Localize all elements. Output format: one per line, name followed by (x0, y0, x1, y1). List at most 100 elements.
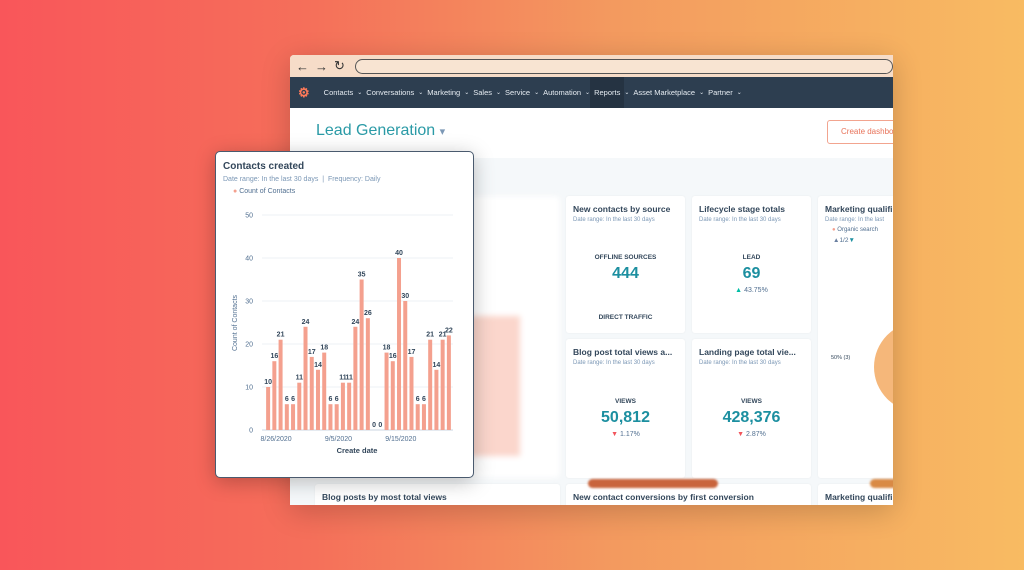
y-tick-label: 0 (249, 427, 253, 434)
bar (334, 403, 339, 430)
bar (390, 360, 395, 430)
metric-value: 69 (742, 265, 761, 282)
data-label: 10 (264, 379, 272, 386)
metric-label: DIRECT TRAFFIC (598, 314, 653, 321)
card-title: Marketing qualifi (825, 204, 893, 214)
address-bar[interactable] (354, 58, 893, 74)
data-label: 6 (291, 396, 295, 403)
bar-chart: 010203040501016216 611241714186 6111124352… (232, 212, 453, 455)
redaction-mark (870, 479, 893, 488)
bar (446, 334, 451, 430)
x-tick-label: 9/5/2020 (324, 436, 351, 443)
nav-item-sales[interactable]: Sales (469, 77, 496, 108)
bar (346, 382, 351, 430)
browser-toolbar: ← → ↻ (290, 55, 893, 77)
metric-value: 428,376 (722, 409, 781, 426)
data-label: 6 (415, 396, 419, 403)
data-label: 21 (276, 331, 284, 338)
data-label: 6 (284, 396, 288, 403)
nav-item-partner[interactable]: Partner (704, 77, 737, 108)
card-blog-post-total-views[interactable]: Blog post total views a... Date range: I… (566, 339, 685, 478)
y-tick-label: 40 (245, 255, 253, 262)
metric-value: 444 (612, 265, 639, 282)
nav-item-service[interactable]: Service (501, 77, 534, 108)
data-label: 6 (421, 396, 425, 403)
data-label: 0 (378, 422, 382, 429)
y-axis-label: Count of Contacts (232, 294, 239, 351)
metric-label: LEAD (742, 254, 761, 261)
y-tick-label: 30 (245, 298, 253, 305)
bar (402, 300, 407, 430)
reload-icon[interactable]: ↻ (334, 58, 345, 74)
nav-item-automation[interactable]: Automation (539, 77, 585, 108)
bar (284, 403, 289, 430)
arrow-down-icon: ▼ (737, 431, 745, 438)
card-subtitle: Date range: In the last 30 days (699, 360, 781, 366)
y-tick-label: 20 (245, 341, 253, 348)
card-title: Landing page total vie... (699, 347, 796, 357)
metric-label: VIEWS (741, 398, 762, 405)
y-tick-label: 50 (245, 212, 253, 219)
data-label: 26 (363, 310, 371, 317)
metric-change: 2.87% (746, 431, 766, 438)
contacts-created-chart-card[interactable]: Contacts created Date range: In the last… (215, 151, 474, 478)
data-label: 16 (388, 353, 396, 360)
nav-item-marketing[interactable]: Marketing (423, 77, 464, 108)
metric-change: 43.75% (744, 287, 768, 294)
data-label: 11 (295, 374, 303, 381)
card-lifecycle-stage-totals[interactable]: Lifecycle stage totals Date range: In th… (692, 196, 811, 333)
create-dashboard-button[interactable]: Create dashboard (827, 120, 893, 144)
x-tick-label: 8/26/2020 (260, 436, 291, 443)
data-label: 22 (444, 327, 452, 334)
data-label: 6 (334, 396, 338, 403)
data-label: 17 (407, 348, 415, 355)
card-blog-posts-by-views[interactable]: Blog posts by most total views (315, 484, 560, 505)
bar (415, 403, 420, 430)
bar (327, 403, 332, 430)
x-tick-label: 9/15/2020 (385, 436, 416, 443)
dashboard-title[interactable]: Lead Generation ▾ (316, 122, 445, 140)
card-new-contacts-by-source[interactable]: New contacts by source Date range: In th… (566, 196, 685, 333)
data-label: 11 (345, 374, 353, 381)
nav-item-contacts[interactable]: Contacts (320, 77, 358, 108)
data-label: 21 (426, 331, 434, 338)
data-label: 0 (372, 422, 376, 429)
bar (352, 326, 357, 430)
forward-icon[interactable]: → (315, 59, 328, 74)
bar (321, 352, 326, 430)
card-landing-page-total-views[interactable]: Landing page total vie... Date range: In… (692, 339, 811, 478)
bar (440, 339, 445, 430)
bar (427, 339, 432, 430)
bar (384, 352, 389, 430)
redaction-mark (588, 479, 718, 488)
data-label: 35 (357, 271, 365, 278)
card-title: New contacts by source (573, 204, 671, 214)
hubspot-logo-icon[interactable]: ⚙ (298, 85, 310, 101)
nav-item-conversations[interactable]: Conversations (362, 77, 418, 108)
card-subtitle: Date range: In the last (825, 217, 885, 223)
bar (271, 360, 276, 430)
card-subtitle: Date range: In the last 30 days (573, 217, 655, 223)
top-nav: ⚙ Contacts ⌄ Conversations ⌄ Marketing ⌄ Sa… (290, 77, 893, 108)
data-label: 14 (432, 361, 440, 368)
arrow-down-icon: ▼ (611, 431, 619, 438)
bar (303, 326, 308, 430)
back-icon[interactable]: ← (296, 59, 309, 74)
card-marketing-qualified[interactable]: Marketing qualifi Date range: In the las… (818, 196, 893, 478)
bar (421, 403, 426, 430)
bar (290, 403, 295, 430)
data-label: 14 (314, 361, 322, 368)
metric-value: 50,812 (601, 409, 650, 426)
data-label: 18 (320, 344, 328, 351)
nav-item-asset-marketplace[interactable]: Asset Marketplace (629, 77, 699, 108)
data-label: 6 (328, 396, 332, 403)
caret-down-icon[interactable]: ▾ (440, 126, 446, 138)
card-title: Marketing qualifi (825, 492, 893, 502)
bar (296, 382, 301, 430)
nav-item-reports[interactable]: Reports (590, 77, 625, 108)
chevron-down-icon: ⌄ (736, 90, 742, 96)
next-page-icon[interactable]: ▼ (848, 237, 854, 244)
pie-slice[interactable] (874, 322, 893, 412)
card-title: Lifecycle stage totals (699, 204, 785, 214)
legend-label: Organic search (837, 227, 878, 233)
